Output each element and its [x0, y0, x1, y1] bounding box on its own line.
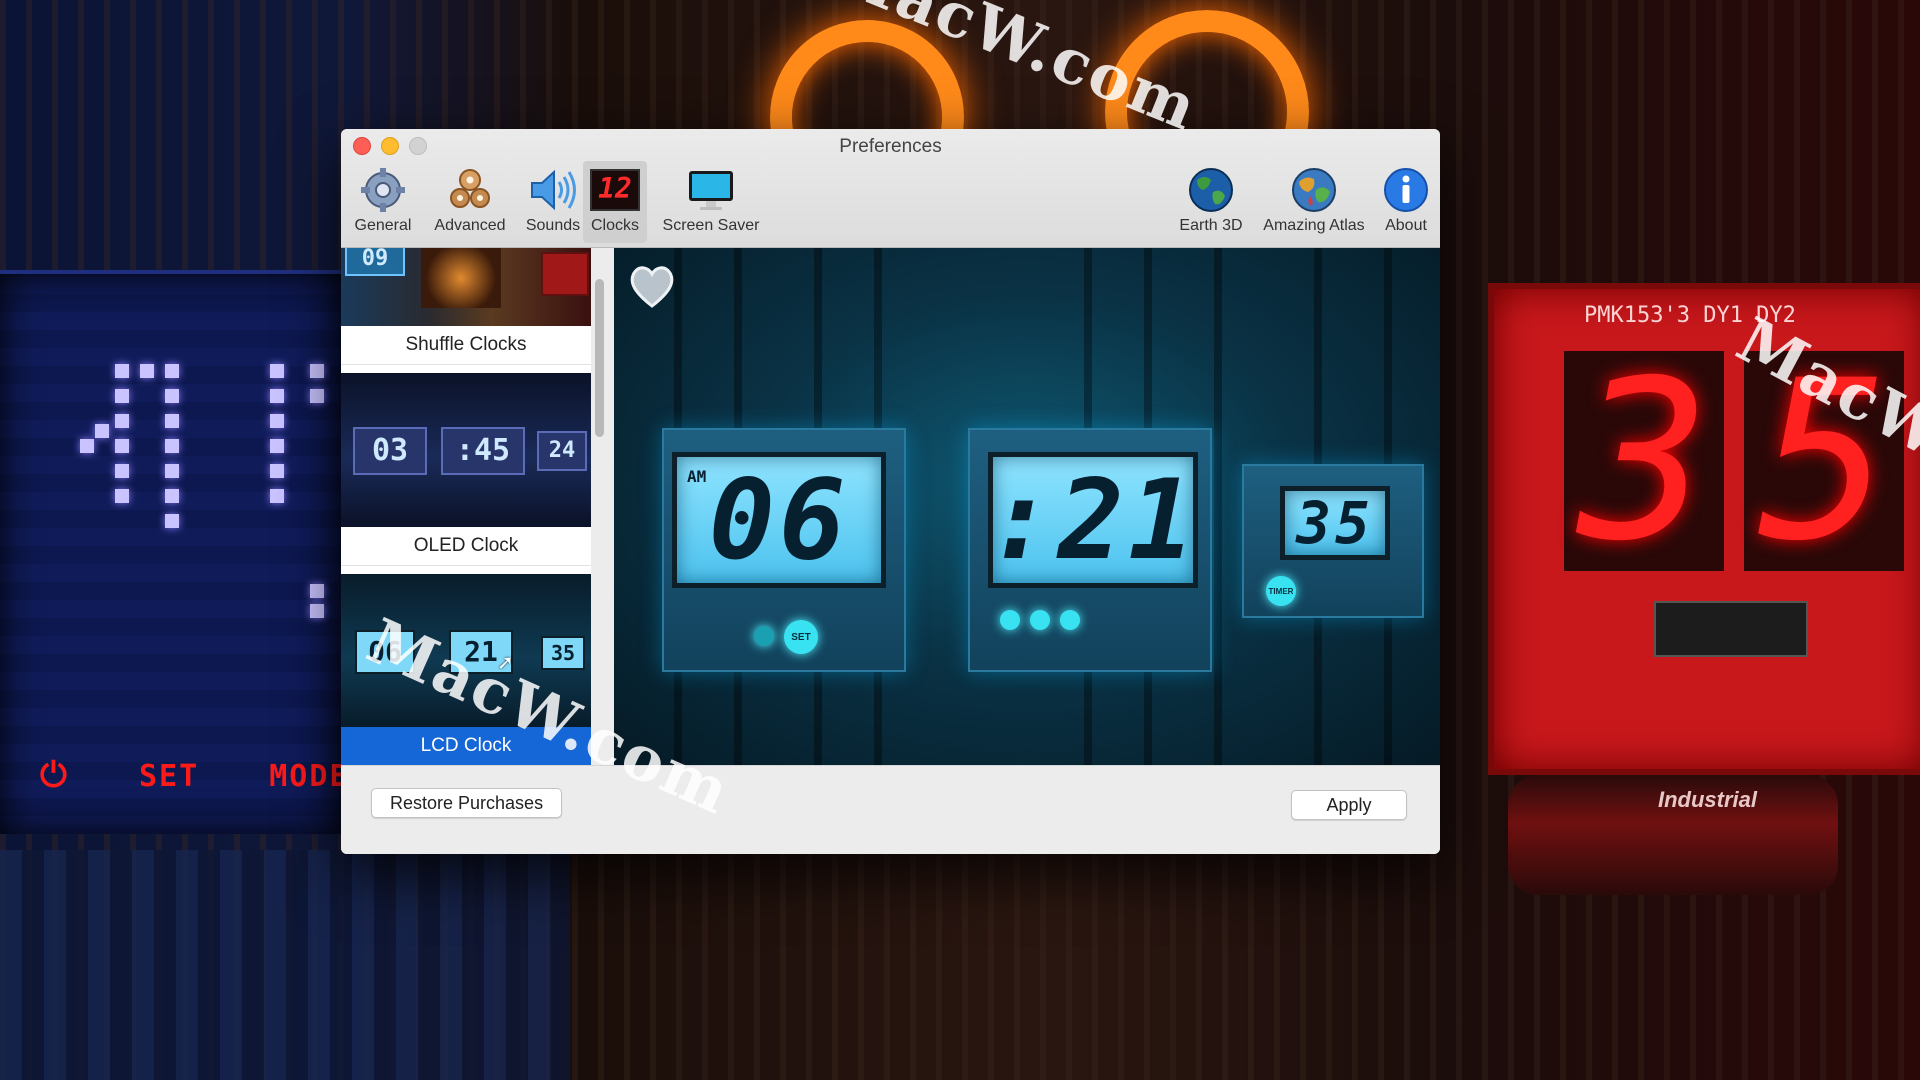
monitor-icon	[686, 167, 736, 213]
bottom-bar: Restore Purchases Apply	[341, 765, 1440, 854]
list-item-oled-clock[interactable]: 03 :45 24 OLED Clock	[341, 373, 591, 566]
minutes-value: :21	[987, 456, 1199, 584]
clock-digit-icon: 12	[590, 167, 640, 213]
toolbar-screen-saver-label: Screen Saver	[662, 217, 760, 234]
preferences-window: Preferences General Advanced Sounds 12 C…	[341, 129, 1440, 854]
red-board-label: PMK153'3 DY1 DY2	[1584, 303, 1796, 328]
info-icon	[1381, 167, 1431, 213]
toolbar-clocks[interactable]: 12 Clocks	[583, 161, 647, 243]
blue-circuit-panel	[0, 270, 345, 834]
restore-purchases-button[interactable]: Restore Purchases	[371, 788, 563, 818]
toolbar-amazing-atlas[interactable]: Amazing Atlas	[1253, 161, 1375, 243]
sidebar-scrollbar[interactable]	[595, 279, 604, 437]
atlas-globe-icon	[1289, 167, 1339, 213]
list-item-label: Shuffle Clocks	[341, 326, 591, 365]
power-icon: ⏻	[40, 755, 69, 795]
toolbar-general[interactable]: General	[345, 161, 421, 243]
red-led-board: PMK153'3 DY1 DY2 3 5	[1488, 283, 1920, 775]
title-bar: Preferences General Advanced Sounds 12 C…	[341, 129, 1440, 248]
mode-button	[754, 626, 774, 646]
gears-icon	[445, 167, 495, 213]
list-item-lcd-clock[interactable]: 06 21 35 ➚ LCD Clock	[341, 574, 591, 765]
mouse-cursor-icon: ➚	[497, 652, 514, 674]
toolbar-earth-3d[interactable]: Earth 3D	[1169, 161, 1253, 243]
red-digit-ones: 5	[1744, 351, 1904, 571]
favorite-heart-icon[interactable]	[626, 260, 678, 312]
toolbar-sounds-label: Sounds	[525, 217, 581, 234]
set-label: SET	[138, 759, 200, 794]
thumbnail-shuffle-clocks: 09	[341, 248, 591, 326]
toolbar-sounds[interactable]: Sounds	[515, 161, 591, 243]
toolbar-about[interactable]: About	[1375, 161, 1437, 243]
toolbar-earth-3d-label: Earth 3D	[1179, 217, 1243, 234]
battery-label: Industrial	[1658, 787, 1758, 812]
list-item-label: LCD Clock	[341, 727, 591, 765]
window-title: Preferences	[839, 136, 942, 157]
toolbar-advanced-label: Advanced	[434, 217, 506, 234]
list-item-label: OLED Clock	[341, 527, 591, 566]
seconds-display: 35	[1280, 486, 1390, 560]
hours-display: AM 06	[672, 452, 886, 588]
am-indicator: AM	[687, 467, 707, 486]
red-digit-tens: 3	[1564, 351, 1724, 571]
seconds-value: 35	[1296, 489, 1374, 557]
toolbar-clocks-label: Clocks	[590, 217, 639, 234]
clock-preview: AM 06 SET :21 35 TIMER	[614, 248, 1440, 765]
clock-list[interactable]: 09 Shuffle Clocks 03 :45 24 OLED Clock 0…	[341, 248, 591, 765]
speaker-icon	[528, 167, 578, 213]
earth-globe-icon	[1186, 167, 1236, 213]
thumbnail-lcd-clock: 06 21 35 ➚	[341, 574, 591, 727]
ic-chip	[1654, 601, 1808, 657]
minutes-board: :21	[968, 428, 1212, 672]
toolbar-amazing-atlas-label: Amazing Atlas	[1263, 217, 1365, 234]
toolbar-general-label: General	[354, 217, 412, 234]
seconds-board: 35 TIMER	[1242, 464, 1424, 618]
circuit-board-lower	[0, 850, 570, 1080]
toolbar-screen-saver[interactable]: Screen Saver	[652, 161, 770, 243]
thumbnail-oled-clock: 03 :45 24	[341, 373, 591, 527]
toolbar-about-label: About	[1385, 217, 1427, 234]
set-button: SET	[784, 620, 818, 654]
timer-button: TIMER	[1266, 576, 1296, 606]
minutes-display: :21	[988, 452, 1198, 588]
list-item-shuffle-clocks[interactable]: 09 Shuffle Clocks	[341, 248, 591, 365]
toolbar-advanced[interactable]: Advanced	[425, 161, 515, 243]
hours-board: AM 06 SET	[662, 428, 906, 672]
gear-icon	[358, 167, 408, 213]
mode-label: MODE	[269, 759, 350, 794]
clocks-icon-digits: 12	[590, 169, 640, 211]
hours-value: 06	[708, 456, 850, 584]
apply-button[interactable]: Apply	[1291, 790, 1407, 820]
battery: Industrial	[1508, 775, 1838, 895]
